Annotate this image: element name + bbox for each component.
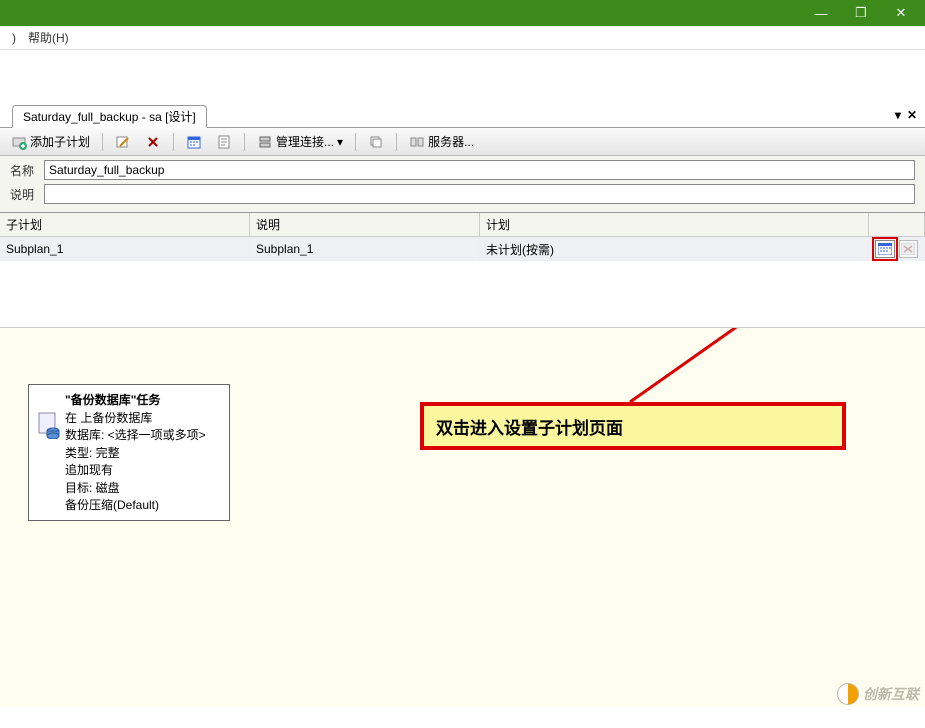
name-input[interactable] <box>44 160 915 180</box>
grid-body: Subplan_1 Subplan_1 未计划(按需) <box>0 237 925 327</box>
delete-button[interactable] <box>140 131 166 153</box>
grid-header-actions <box>869 213 925 236</box>
add-subplan-icon <box>11 134 27 150</box>
cell-desc[interactable]: Subplan_1 <box>250 237 480 261</box>
name-label: 名称 <box>10 162 44 179</box>
annotation-callout: 双击进入设置子计划页面 <box>420 402 846 450</box>
cell-subplan[interactable]: Subplan_1 <box>0 237 250 261</box>
dropdown-icon: ▾ <box>337 135 343 149</box>
separator <box>173 133 174 151</box>
grid-header-desc[interactable]: 说明 <box>250 213 480 236</box>
table-row[interactable]: Subplan_1 Subplan_1 未计划(按需) <box>0 237 925 261</box>
add-subplan-label: 添加子计划 <box>30 133 90 150</box>
grid-header-subplan[interactable]: 子计划 <box>0 213 250 236</box>
task-line: 数据库: <选择一项或多项> <box>65 427 223 444</box>
separator <box>396 133 397 151</box>
document-tab[interactable]: Saturday_full_backup - sa [设计] <box>12 105 207 128</box>
grid-header: 子计划 说明 计划 <box>0 213 925 237</box>
task-line: 追加现有 <box>65 462 223 479</box>
add-subplan-button[interactable]: 添加子计划 <box>6 130 95 153</box>
task-line: 目标: 磁盘 <box>65 480 223 497</box>
maximize-button[interactable]: ❐ <box>841 2 881 24</box>
watermark: 创新互联 <box>837 683 919 705</box>
calendar-remove-icon <box>901 243 915 255</box>
server-icon <box>257 134 273 150</box>
copy-button[interactable] <box>363 131 389 153</box>
delete-icon <box>145 134 161 150</box>
subplan-grid: 子计划 说明 计划 Subplan_1 Subplan_1 未计划(按需) <box>0 212 925 327</box>
cell-actions <box>869 237 925 261</box>
task-line: 备份压缩(Default) <box>65 497 223 514</box>
backup-database-task[interactable]: "备份数据库"任务 在 上备份数据库 数据库: <选择一项或多项> 类型: 完整… <box>28 384 230 521</box>
separator <box>244 133 245 151</box>
calendar-icon <box>878 243 892 255</box>
edit-button[interactable] <box>110 131 136 153</box>
manage-connections-label: 管理连接... <box>276 133 334 150</box>
database-task-icon <box>37 411 61 439</box>
watermark-text: 创新互联 <box>863 684 919 704</box>
window-titlebar: — ❐ ✕ <box>0 0 925 26</box>
schedule-calendar-button[interactable] <box>875 240 895 258</box>
document-tab-row: Saturday_full_backup - sa [设计] ▾ ✕ <box>0 106 925 128</box>
spacer <box>0 50 925 106</box>
separator <box>102 133 103 151</box>
menubar-fragment: ) <box>6 29 22 47</box>
cell-plan[interactable]: 未计划(按需) <box>480 237 869 261</box>
remove-schedule-button <box>899 240 919 258</box>
close-button[interactable]: ✕ <box>881 2 921 24</box>
report-button[interactable] <box>211 131 237 153</box>
task-line: 在 上备份数据库 <box>65 410 223 427</box>
callout-text: 双击进入设置子计划页面 <box>436 414 623 439</box>
report-icon <box>216 134 232 150</box>
task-line: 类型: 完整 <box>65 445 223 462</box>
task-title: "备份数据库"任务 <box>65 391 223 408</box>
menu-help[interactable]: 帮助(H) <box>22 27 75 48</box>
calendar-icon <box>186 134 202 150</box>
designer-canvas[interactable]: "备份数据库"任务 在 上备份数据库 数据库: <选择一项或多项> 类型: 完整… <box>0 327 925 707</box>
minimize-button[interactable]: — <box>801 2 841 24</box>
tab-dropdown-icon[interactable]: ▾ <box>895 108 901 122</box>
servers-button[interactable]: 服务器... <box>404 130 479 153</box>
edit-icon <box>115 134 131 150</box>
menubar: ) 帮助(H) <box>0 26 925 50</box>
desc-label: 说明 <box>10 186 44 203</box>
copy-icon <box>368 134 384 150</box>
tab-close-icon[interactable]: ✕ <box>907 108 917 122</box>
separator <box>355 133 356 151</box>
calendar-button[interactable] <box>181 131 207 153</box>
grid-header-plan[interactable]: 计划 <box>480 213 869 236</box>
desc-input[interactable] <box>44 184 915 204</box>
plan-form: 名称 说明 <box>0 156 925 212</box>
toolbar: 添加子计划 管理连接... ▾ 服务器... <box>0 128 925 156</box>
manage-connections-button[interactable]: 管理连接... ▾ <box>252 130 348 153</box>
servers-icon <box>409 134 425 150</box>
watermark-logo-icon <box>837 683 859 705</box>
servers-label: 服务器... <box>428 133 474 150</box>
